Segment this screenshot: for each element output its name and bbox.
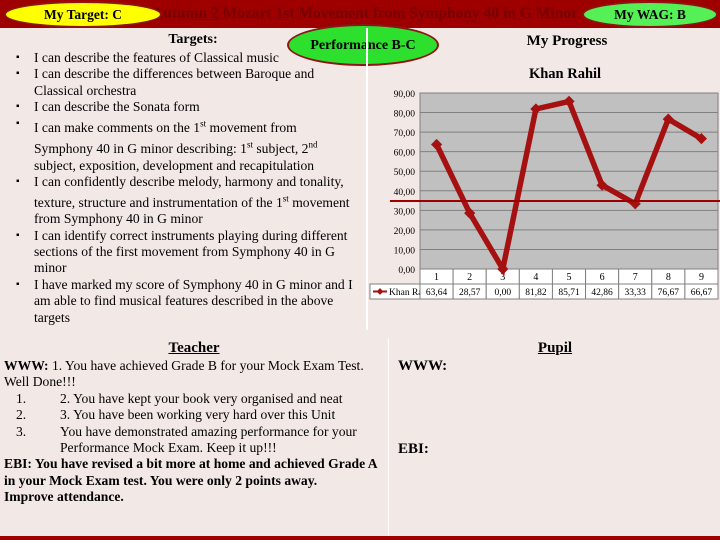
pupil-panel[interactable]: Pupil WWW: EBI: bbox=[390, 338, 720, 540]
teacher-title: Teacher bbox=[168, 340, 220, 356]
chart-value-label: 42,86 bbox=[591, 288, 613, 298]
chart-xtick-label: 6 bbox=[600, 272, 605, 283]
list-item: I have marked my score of Symphony 40 in… bbox=[16, 276, 358, 326]
chart-ytick-label: 60,00 bbox=[394, 149, 416, 159]
teacher-panel: Teacher WWW: 1. You have achieved Grade … bbox=[0, 338, 389, 540]
pupil-www-input-area[interactable] bbox=[390, 375, 720, 441]
chart-ytick-label: 80,00 bbox=[394, 110, 416, 120]
list-item: I can describe the features of Classical… bbox=[16, 50, 358, 67]
main-content: Targets: I can describe the features of … bbox=[0, 28, 720, 330]
chart-value-label: 0,00 bbox=[494, 288, 511, 298]
chart-xtick-label: 2 bbox=[467, 272, 472, 283]
teacher-www-list: 2. You have kept your book very organise… bbox=[0, 391, 388, 457]
page-title-rest: Mozart 1st Movement from Symphony 40 in … bbox=[218, 5, 578, 22]
list-item: I can confidently describe melody, harmo… bbox=[16, 173, 358, 228]
targets-panel: Targets: I can describe the features of … bbox=[0, 28, 367, 330]
feedback-section: Teacher WWW: 1. You have achieved Grade … bbox=[0, 338, 720, 540]
chart-value-label: 66,67 bbox=[691, 288, 713, 298]
target-text: I can describe the Sonata form bbox=[34, 99, 200, 115]
teacher-ebi-line: EBI: You have revised a bit more at home… bbox=[0, 456, 388, 489]
pupil-ebi-label: EBI: bbox=[398, 441, 429, 457]
chart-xtick-label: 7 bbox=[633, 272, 638, 283]
badge-my-wag-label: My WAG: B bbox=[614, 6, 686, 22]
page-title-term: Autumn 2 bbox=[152, 5, 219, 22]
target-text: I can describe the features of Classical… bbox=[34, 50, 279, 65]
chart-value-label: 76,67 bbox=[658, 288, 680, 298]
chart-ytick-label: 10,00 bbox=[394, 246, 416, 256]
teacher-www-item: 3. You have been working very hard over … bbox=[60, 407, 336, 423]
targets-heading: Targets: bbox=[168, 32, 218, 47]
teacher-www-item: 2. You have kept your book very organise… bbox=[60, 390, 343, 406]
list-item: I can identify correct instruments playi… bbox=[16, 227, 358, 277]
chart-value-label: 63,64 bbox=[426, 288, 448, 298]
chart-title: Khan Rahil bbox=[528, 66, 602, 82]
targets-list: I can describe the features of Classical… bbox=[0, 50, 366, 326]
chart-value-label: 81,82 bbox=[525, 288, 547, 298]
progress-panel: My Progress Khan Rahil 90,00 80,00 70,00 60… bbox=[368, 28, 720, 330]
chart-value-label: 85,71 bbox=[558, 288, 580, 298]
teacher-extra-text: Improve attendance. bbox=[4, 489, 124, 505]
footer-rule bbox=[0, 536, 720, 540]
teacher-www-line: WWW: 1. You have achieved Grade B for yo… bbox=[0, 358, 388, 391]
chart-ytick-label: 20,00 bbox=[394, 227, 416, 237]
chart-ytick-label: 90,00 bbox=[394, 90, 416, 100]
target-text: I can identify correct instruments playi… bbox=[34, 227, 348, 276]
chart-ytick-label: 70,00 bbox=[394, 129, 416, 139]
list-item: You have demonstrated amazing performanc… bbox=[8, 424, 384, 457]
badge-my-target-label: My Target: C bbox=[44, 6, 122, 22]
teacher-www-item: You have demonstrated amazing performanc… bbox=[60, 423, 357, 456]
page-title: Autumn 2 Mozart 1st Movement from Sympho… bbox=[152, 2, 622, 26]
chart-xtick-label: 5 bbox=[567, 272, 572, 283]
teacher-ebi-text: You have revised a bit more at home and … bbox=[4, 456, 377, 488]
chart-ytick-label: 40,00 bbox=[394, 188, 416, 198]
chart-ytick-label: 30,00 bbox=[394, 207, 416, 217]
list-item: I can describe the differences between B… bbox=[16, 66, 358, 99]
chart-ytick-label: 0,00 bbox=[398, 266, 415, 276]
chart-xtick-label: 8 bbox=[666, 272, 671, 283]
pupil-title: Pupil bbox=[537, 340, 573, 356]
progress-heading: My Progress bbox=[526, 33, 608, 49]
badge-my-target[interactable]: My Target: C bbox=[4, 1, 162, 28]
target-text: I can describe the differences between B… bbox=[34, 66, 315, 98]
list-item: I can make comments on the 1st movement … bbox=[16, 116, 358, 174]
list-item: I can describe the Sonata form bbox=[16, 99, 358, 116]
chart-xtick-label: 4 bbox=[533, 272, 538, 283]
pupil-www-label: WWW: bbox=[398, 358, 448, 374]
list-item: 3. You have been working very hard over … bbox=[8, 407, 384, 424]
teacher-www-intro: 1. You have achieved Grade B for your Mo… bbox=[4, 358, 364, 390]
chart-value-label: 28,57 bbox=[459, 288, 481, 298]
slide-page: Autumn 2 Mozart 1st Movement from Sympho… bbox=[0, 0, 720, 540]
chart-xtick-label: 1 bbox=[434, 272, 439, 283]
chart-ytick-label: 50,00 bbox=[394, 168, 416, 178]
teacher-ebi-label: EBI: bbox=[4, 456, 32, 472]
list-item: 2. You have kept your book very organise… bbox=[8, 390, 384, 408]
progress-chart: Khan Rahil 90,00 80,00 70,00 60,00 50,00 40,0… bbox=[368, 66, 720, 326]
pupil-panel-bottom-rule bbox=[390, 200, 720, 202]
badge-my-wag[interactable]: My WAG: B bbox=[582, 1, 718, 28]
chart-value-label: 33,33 bbox=[625, 288, 647, 298]
target-text: I have marked my score of Symphony 40 in… bbox=[34, 276, 353, 325]
target-text: I can make comments on the 1st movement … bbox=[34, 118, 318, 173]
chart-xtick-label: 9 bbox=[699, 272, 704, 283]
target-text: I can confidently describe melody, harmo… bbox=[34, 173, 350, 227]
teacher-www-label: WWW: bbox=[4, 358, 49, 373]
